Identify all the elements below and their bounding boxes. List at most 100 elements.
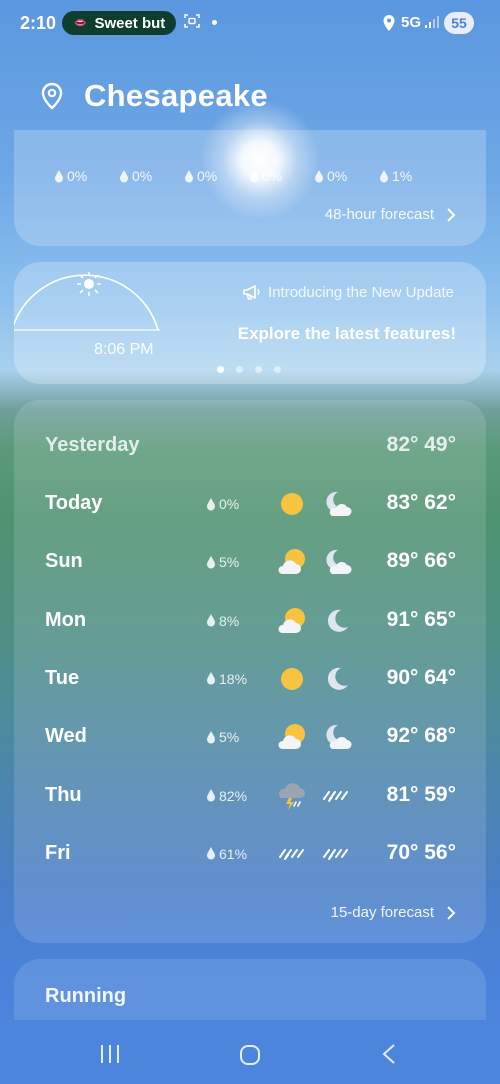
promo-subtitle: Introducing the New Update [268, 283, 454, 301]
location-icon [383, 15, 395, 31]
raindrop-icon [207, 672, 215, 685]
raindrop-icon [120, 169, 128, 182]
hourly-precip-item: 1% [379, 168, 444, 184]
status-time: 2:10 [20, 13, 57, 33]
promo-subtitle-row: Introducing the New Update [242, 283, 454, 301]
day-temps: 92° 68° [386, 724, 456, 748]
day-precip: 5% [206, 729, 239, 745]
48-hour-forecast-link[interactable]: 48-hour forecast [325, 206, 456, 223]
day-precip-value: 82% [219, 787, 248, 804]
rain-icon [279, 848, 304, 860]
raindrop-icon [380, 169, 388, 182]
hourly-precip-value: 0% [132, 168, 153, 184]
day-label: Yesterday [45, 434, 140, 456]
15-day-forecast-link[interactable]: 15-day forecast [331, 904, 456, 921]
navigation-bar [0, 1020, 500, 1084]
raindrop-icon [55, 169, 63, 182]
recent-apps-icon[interactable] [99, 1044, 121, 1064]
day-label: Tue [45, 666, 80, 689]
network-type: 5G [401, 14, 422, 31]
hourly-precip-value: 0% [67, 168, 88, 184]
sun-cloud-icon [278, 549, 305, 575]
day-temps: 90° 64° [386, 665, 456, 689]
lips-icon: 👄 [74, 17, 87, 29]
15-day-forecast-label: 15-day forecast [330, 904, 434, 921]
rain-icon [323, 790, 348, 802]
day-precip: 61% [206, 846, 247, 862]
day-precip-value: 8% [219, 612, 240, 629]
moon-icon [327, 609, 348, 632]
day-temps: 91° 65° [386, 607, 456, 631]
location-header[interactable]: Chesapeake [40, 78, 268, 114]
hourly-precip-value: 1% [392, 168, 413, 184]
day-precip: 82% [206, 788, 247, 804]
daily-row-yesterday: Yesterday 82° 49° [14, 426, 486, 466]
sun-icon [77, 272, 101, 296]
moon-icon [327, 667, 348, 690]
day-label: Today [45, 492, 103, 514]
page-dot[interactable] [255, 366, 262, 373]
page-dot[interactable] [274, 366, 281, 373]
day-temps: 81° 59° [386, 782, 456, 806]
hourly-precip-row: 0% 0% 0% 0% 0% 1% [54, 168, 444, 184]
running-title: Running [45, 985, 127, 1007]
sun-promo-card[interactable]: 8:06 PM Introducing the New Update Explo… [14, 262, 486, 384]
day-temps: 83° 62° [386, 491, 456, 514]
hourly-precip-value: 0% [262, 168, 283, 184]
day-precip-value: 61% [219, 845, 248, 862]
daily-forecast-card[interactable]: Yesterday 82° 49° Today 0% 83° 62° Sun 5% 89°… [14, 400, 486, 943]
back-icon[interactable] [381, 1043, 397, 1065]
location-pin-icon [41, 82, 63, 110]
hourly-precip-item: 0% [184, 168, 249, 184]
notification-dot [212, 20, 217, 25]
hourly-precip-item: 0% [54, 168, 119, 184]
sunset-time: 8:06 PM [94, 341, 154, 358]
daily-row[interactable]: Mon 8% 91° 65° [14, 601, 486, 641]
screen-capture-icon [184, 14, 200, 28]
daily-row[interactable]: Today 0% 83° 62° [14, 484, 486, 524]
promo-title: Explore the latest features! [237, 324, 456, 343]
daily-row[interactable]: Wed 5% 92° 68° [14, 717, 486, 757]
raindrop-icon [207, 614, 215, 627]
sun-icon [281, 667, 303, 690]
city-name: Chesapeake [84, 78, 268, 113]
signal-icon [425, 16, 439, 28]
sun-cloud-icon [278, 724, 305, 750]
day-precip-value: 18% [219, 670, 248, 687]
battery-indicator: 55 [444, 12, 474, 34]
hourly-forecast-card[interactable]: 0% 0% 0% 0% 0% 1% 48-hour forecast [14, 130, 486, 246]
raindrop-icon [185, 169, 193, 182]
sun-cloud-icon [278, 607, 305, 633]
megaphone-icon [243, 285, 260, 300]
day-temps: 82° 49° [386, 433, 456, 456]
day-precip-value: 5% [219, 729, 240, 746]
daily-row[interactable]: Tue 18% 90° 64° [14, 659, 486, 699]
status-bar: 2:10 👄 Sweet but 5G 55 [0, 0, 500, 46]
daily-row[interactable]: Thu 82% 81° 59° [14, 776, 486, 816]
moon-cloud-icon [326, 491, 352, 516]
hourly-precip-item: 0% [314, 168, 379, 184]
hourly-precip-value: 0% [327, 168, 348, 184]
hourly-precip-value: 0% [197, 168, 218, 184]
day-label: Thu [45, 783, 82, 806]
daily-row[interactable]: Sun 5% 89° 66° [14, 542, 486, 582]
page-indicator[interactable] [217, 366, 293, 373]
daily-row[interactable]: Fri 61% 70° 56° [14, 834, 486, 874]
day-label: Mon [45, 608, 87, 631]
page-dot[interactable] [217, 366, 224, 373]
48-hour-forecast-label: 48-hour forecast [324, 206, 434, 223]
notification-pill[interactable]: 👄 Sweet but [62, 11, 176, 35]
day-precip-value: 0% [219, 496, 240, 512]
rain-icon [323, 848, 348, 860]
moon-cloud-icon [326, 550, 352, 575]
home-icon[interactable] [239, 1044, 261, 1066]
raindrop-icon [250, 169, 258, 182]
day-precip: 0% [206, 496, 239, 512]
chevron-right-icon [447, 905, 456, 920]
page-dot[interactable] [236, 366, 243, 373]
day-precip-value: 5% [219, 554, 240, 571]
sun-arc-graphic [14, 272, 160, 331]
day-precip: 8% [206, 613, 239, 629]
raindrop-icon [207, 555, 215, 569]
day-temps: 70° 56° [386, 840, 456, 864]
